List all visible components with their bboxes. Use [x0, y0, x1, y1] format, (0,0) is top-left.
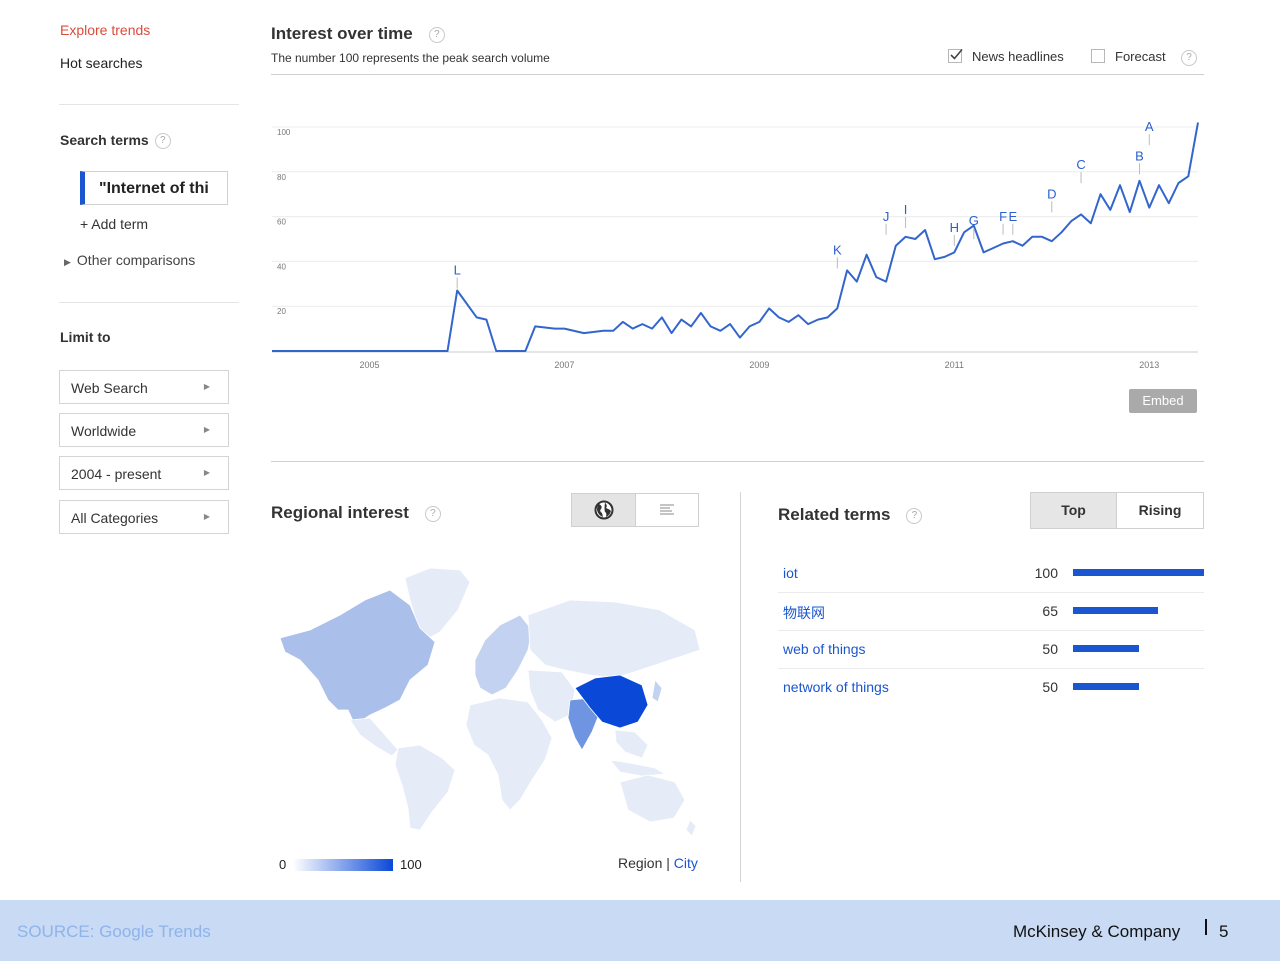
region-option[interactable]: Region — [618, 855, 662, 871]
city-option[interactable]: City — [674, 855, 698, 871]
related-term-bar — [1073, 645, 1139, 652]
chart-gridlines — [272, 126, 1198, 353]
regional-title-text: Regional interest — [271, 503, 409, 522]
related-term-link[interactable]: network of things — [783, 679, 889, 695]
legend-max-label: 100 — [400, 857, 422, 872]
vertical-divider — [740, 492, 741, 882]
filter-time-range[interactable]: 2004 - present ▶ — [59, 456, 229, 490]
y-tick-label: 80 — [277, 173, 286, 182]
news-annotations: L K J I H G F E D C BA — [454, 119, 1154, 289]
map-region-europe[interactable] — [474, 614, 533, 696]
section-divider — [271, 461, 1204, 462]
related-term-row[interactable]: iot 100 — [778, 554, 1204, 593]
triangle-right-icon: ▶ — [203, 468, 210, 477]
related-term-row[interactable]: 物联网 65 — [778, 592, 1204, 631]
related-term-link[interactable]: iot — [783, 565, 798, 581]
x-axis-ticks: 2005 2007 2009 2011 2013 — [359, 360, 1159, 370]
tab-top[interactable]: Top — [1030, 492, 1117, 529]
map-region-australia[interactable] — [619, 774, 686, 823]
region-city-separator: | — [666, 855, 670, 871]
related-term-value: 100 — [1034, 565, 1058, 581]
y-axis-ticks: 20 40 60 80 100 — [277, 128, 291, 316]
chart-series — [272, 122, 1199, 352]
x-tick-label: 2005 — [359, 360, 379, 370]
annotation-label: H — [950, 220, 959, 235]
region-city-switch: Region | City — [618, 855, 698, 871]
help-icon[interactable]: ? — [906, 507, 923, 524]
brand-name: McKinsey & Company — [1013, 922, 1181, 941]
globe-icon — [594, 500, 613, 520]
annotation-label: D — [1047, 186, 1056, 201]
map-region-central-america[interactable] — [349, 717, 399, 757]
related-title-text: Related terms — [778, 505, 891, 524]
related-term-link[interactable]: 物联网 — [783, 603, 825, 623]
filter-label: 2004 - present — [71, 466, 162, 482]
tab-rising[interactable]: Rising — [1116, 492, 1204, 529]
annotation-label: A — [1145, 119, 1154, 134]
regional-interest-title: Regional interest? — [271, 503, 441, 523]
annotation-label: I — [904, 202, 908, 217]
triangle-right-icon: ▶ — [203, 512, 210, 521]
filter-label: All Categories — [71, 510, 159, 526]
related-terms-title: Related terms? — [778, 505, 923, 525]
y-tick-label: 100 — [277, 128, 291, 137]
y-tick-label: 20 — [277, 307, 286, 316]
annotation-label: K — [833, 242, 842, 257]
map-region-southeast-asia[interactable] — [614, 729, 649, 759]
list-icon — [660, 504, 674, 515]
annotation-label: F — [999, 209, 1007, 224]
annotation-label: C — [1076, 157, 1085, 172]
related-term-link[interactable]: web of things — [783, 641, 866, 657]
related-term-bar — [1073, 607, 1158, 614]
world-map[interactable] — [270, 560, 710, 840]
annotation-label: L — [454, 263, 461, 278]
related-term-row[interactable]: network of things 50 — [778, 668, 1204, 706]
map-region-russia[interactable] — [527, 599, 701, 679]
slide-footer: SOURCE: Google Trends McKinsey & Company… — [0, 900, 1280, 961]
y-tick-label: 40 — [277, 262, 286, 271]
color-legend-bar — [293, 859, 393, 871]
page-number: 5 — [1219, 922, 1229, 941]
help-icon[interactable]: ? — [424, 505, 441, 522]
y-tick-label: 60 — [277, 218, 286, 227]
legend-min-label: 0 — [279, 857, 287, 872]
related-term-bar — [1073, 683, 1139, 690]
map-region-japan[interactable] — [651, 679, 663, 703]
embed-button[interactable]: Embed — [1129, 389, 1197, 413]
related-term-value: 50 — [1042, 641, 1058, 657]
map-region-indonesia[interactable] — [609, 759, 667, 777]
related-term-value: 65 — [1042, 603, 1058, 619]
list-view-toggle[interactable] — [635, 493, 699, 527]
annotation-label: G — [969, 213, 979, 228]
series-line — [272, 122, 1199, 352]
map-region-new-zealand[interactable] — [685, 819, 697, 837]
interest-chart: 20 40 60 80 100 2005 2007 2009 2011 2013 L K J I H G F… — [272, 119, 1199, 370]
annotation-label: B — [1135, 148, 1144, 163]
x-tick-label: 2013 — [1139, 360, 1159, 370]
annotation-label: E — [1008, 209, 1017, 224]
source-note: SOURCE: Google Trends — [17, 922, 211, 941]
x-tick-label: 2009 — [749, 360, 769, 370]
x-tick-label: 2007 — [554, 360, 574, 370]
map-view-toggle[interactable] — [571, 493, 636, 527]
related-term-row[interactable]: web of things 50 — [778, 630, 1204, 669]
filter-categories[interactable]: All Categories ▶ — [59, 500, 229, 534]
related-term-bar — [1073, 569, 1204, 576]
brand-separator — [1205, 919, 1207, 935]
map-region-north-america[interactable] — [279, 589, 436, 726]
annotation-label: J — [883, 209, 890, 224]
related-term-value: 50 — [1042, 679, 1058, 695]
map-region-south-america[interactable] — [394, 744, 456, 831]
map-region-africa[interactable] — [465, 697, 553, 811]
x-tick-label: 2011 — [945, 360, 964, 370]
